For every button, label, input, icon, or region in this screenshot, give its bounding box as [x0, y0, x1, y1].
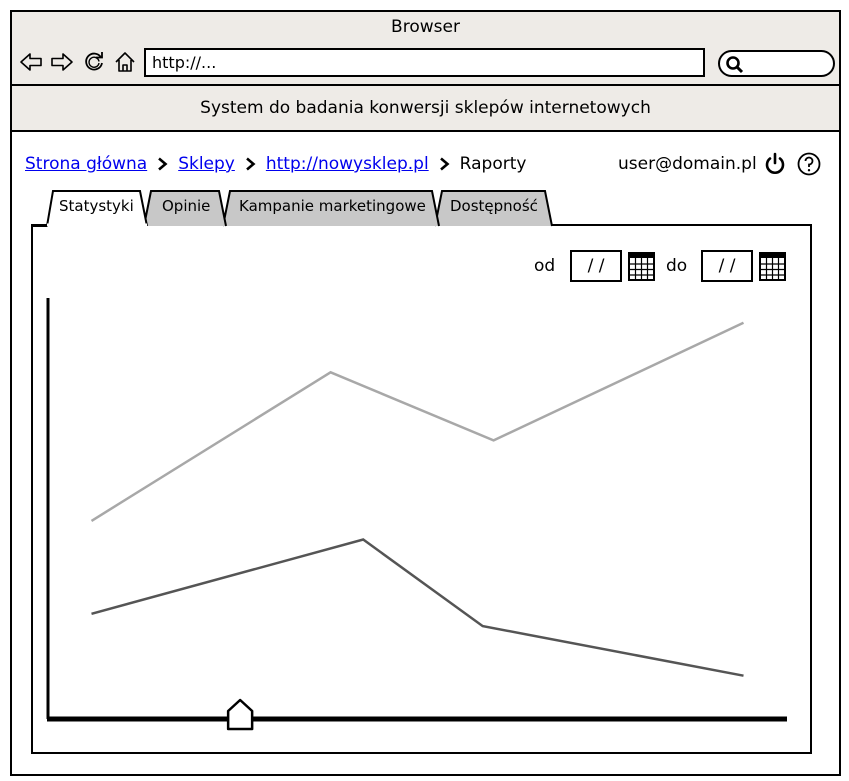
- time-slider-handle[interactable]: [226, 698, 254, 731]
- series-line-2: [91, 538, 744, 677]
- series-line-1: [90, 321, 745, 522]
- conversion-chart: [46, 298, 787, 731]
- browser-window: Browser http://... System do badania kon…: [10, 10, 841, 776]
